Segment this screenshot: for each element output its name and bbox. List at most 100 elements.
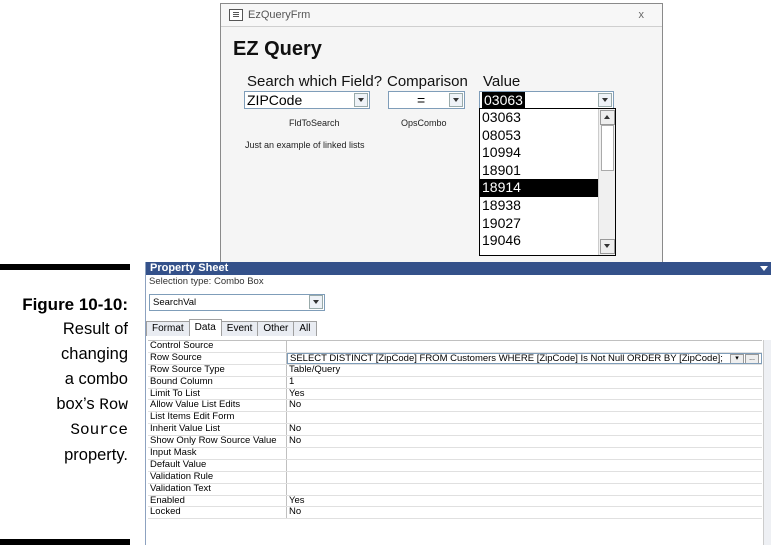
scroll-down-icon[interactable] [600,239,615,254]
property-value-text: Table/Query [289,364,341,375]
chevron-down-icon[interactable]: ▾ [730,353,744,363]
property-value[interactable]: 1 [287,377,762,388]
property-name: Validation Rule [148,471,287,483]
property-row[interactable]: List Items Edit Form [148,412,762,425]
list-item[interactable]: 19027 [480,215,598,233]
property-value-text: No [289,507,302,518]
scrollbar[interactable] [763,340,771,545]
property-row[interactable]: Input Mask [148,448,762,460]
property-name: Limit To List [148,388,287,400]
property-name: Control Source [148,341,287,352]
caption-line: box’s Row [0,392,128,418]
chevron-down-icon[interactable] [354,93,368,107]
property-value[interactable] [287,341,762,352]
property-value-text: Yes [289,495,305,506]
property-name: Allow Value List Edits [148,400,287,412]
list-item[interactable]: 08053 [480,127,598,145]
property-row[interactable]: Inherit Value List No [148,424,762,437]
comparison-combo-value: = [417,92,426,108]
property-value-text: 1 [289,376,295,387]
property-name: Default Value [148,459,287,471]
property-value-text: No [289,400,302,411]
chevron-down-icon[interactable] [598,93,612,107]
property-value[interactable] [287,448,762,459]
property-row[interactable]: Bound Column 1 [148,376,762,389]
property-row[interactable]: Show Only Row Source Value No [148,436,762,449]
scroll-up-icon[interactable] [600,110,615,125]
property-name: Bound Column [148,376,287,388]
tab-data[interactable]: Data [188,319,222,336]
property-row[interactable]: Allow Value List Edits No [148,400,762,413]
form-icon [229,9,243,21]
property-row[interactable]: Validation Text [148,483,762,496]
chevron-down-icon[interactable] [449,93,463,107]
scroll-thumb[interactable] [601,125,614,171]
comparison-combo[interactable]: = [388,91,465,109]
list-item[interactable]: 18901 [480,162,598,180]
builder-button[interactable]: ... [745,353,759,363]
close-icon[interactable]: x [639,9,645,21]
field-combo[interactable]: ZIPCode [244,91,370,109]
property-value[interactable]: Table/Query [287,365,762,376]
value-combo[interactable]: 03063 [479,91,614,109]
property-name: Enabled [148,495,287,507]
property-value[interactable] [287,472,762,483]
property-row[interactable]: Limit To List Yes [148,388,762,401]
value-label: Value [483,73,521,90]
property-row[interactable]: Row Source SELECT DISTINCT [ZipCode] FROM… [148,352,762,365]
property-name: Input Mask [148,448,287,459]
property-value[interactable]: No [287,400,762,411]
list-item[interactable]: 03063 [480,109,598,127]
caption-top-rule [0,264,130,270]
property-row[interactable]: Validation Rule [148,471,762,484]
caption-code: Source [70,421,128,439]
form-title: EzQueryFrm [248,9,311,21]
ezquery-form-window: EzQueryFrm x EZ Query Search which Field… [220,3,663,265]
field-label: Search which Field? [247,73,383,90]
comparison-label: Comparison [387,73,468,90]
row-buttons: ▾... [730,353,759,363]
chevron-down-icon[interactable] [309,295,323,309]
list-item[interactable]: 18938 [480,197,598,215]
tab-format[interactable]: Format [146,321,190,336]
tab-event[interactable]: Event [220,321,259,336]
property-value[interactable]: No [287,424,762,435]
list-item[interactable]: 19046 [480,232,598,250]
property-name: Locked [148,507,287,519]
field-combo-caption: FldToSearch [289,118,340,128]
tab-all[interactable]: All [293,321,317,336]
property-value-text: No [289,436,302,447]
property-grid: Control Source Row Source SELECT DISTINCT … [148,340,762,520]
list-item[interactable]: 18914 [480,179,598,197]
figure-caption: Figure 10-10: Result of changing a combo… [0,292,128,468]
property-row[interactable]: Locked No [148,507,762,520]
property-row[interactable]: Row Source Type Table/Query [148,364,762,377]
control-selector-value: SearchVal [153,297,197,308]
property-sheet: Property Sheet Selection type: Combo Box… [145,262,771,545]
property-name: Row Source [148,352,287,364]
caption-line: changing [61,345,128,363]
tab-other[interactable]: Other [257,321,295,336]
selection-type: Selection type: Combo Box [146,275,771,289]
property-row[interactable]: Default Value [148,459,762,472]
scrollbar[interactable] [598,109,615,255]
property-value[interactable] [287,460,762,471]
property-name: Validation Text [148,483,287,495]
property-value[interactable]: No [287,507,762,518]
property-row[interactable]: Enabled Yes [148,495,762,508]
property-value-text: Yes [289,388,305,399]
property-value[interactable] [287,412,762,423]
property-value[interactable] [287,484,762,495]
property-row[interactable]: Control Source [148,341,762,353]
caption-line: Result of [62,320,128,338]
property-value-text: No [289,424,302,435]
property-value[interactable]: Yes [287,496,762,507]
property-sheet-title: Property Sheet [146,262,771,275]
property-value[interactable]: No [287,436,762,447]
chevron-down-icon[interactable] [760,266,768,271]
list-item[interactable]: 10994 [480,144,598,162]
control-selector[interactable]: SearchVal [149,294,325,311]
value-dropdown-list[interactable]: 03063 08053 10994 18901 18914 18938 19027 19046 [479,108,616,256]
property-value[interactable]: SELECT DISTINCT [ZipCode] FROM Customers… [287,352,762,364]
property-value[interactable]: Yes [287,389,762,400]
